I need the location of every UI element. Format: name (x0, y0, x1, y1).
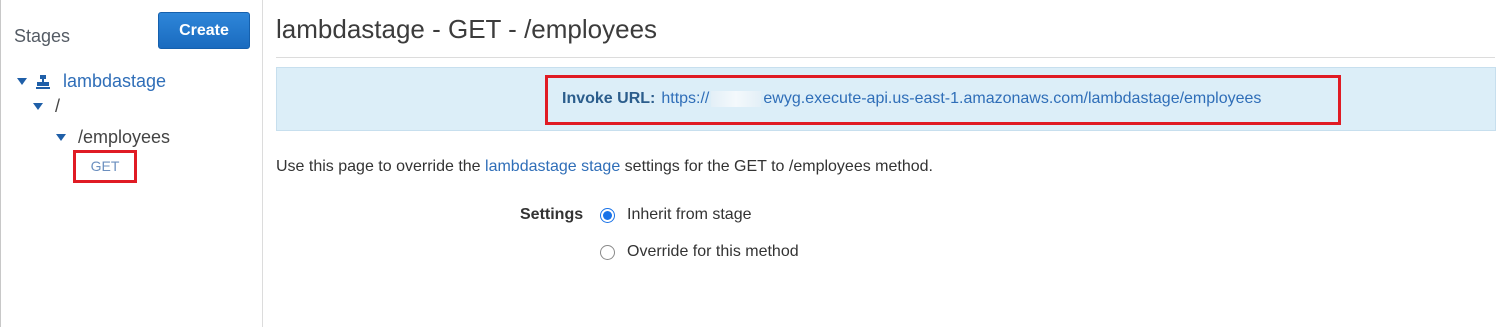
stage-settings-link[interactable]: lambdastage stage (485, 158, 620, 175)
description-prefix: Use this page to override the (276, 158, 486, 175)
main-content: lambdastage - GET - /employees Invoke UR… (276, 0, 1496, 327)
caret-down-icon[interactable] (33, 103, 43, 110)
tree-item-resource-label[interactable]: /employees (78, 127, 170, 148)
invoke-url-panel: Invoke URL: https:// ewyg.execute-api.us… (276, 67, 1496, 131)
page-description: Use this page to override the lambdastag… (276, 158, 933, 176)
tree-item-stage-label[interactable]: lambdastage (63, 71, 166, 92)
title-divider (276, 57, 1495, 58)
invoke-url-suffix[interactable]: ewyg.execute-api.us-east-1.amazonaws.com… (763, 90, 1261, 108)
tree-item-stage[interactable]: lambdastage (17, 71, 166, 92)
redacted-region (711, 91, 762, 107)
stages-heading: Stages (14, 26, 71, 46)
page-title: lambdastage - GET - /employees (276, 14, 658, 44)
radio-inherit-label[interactable]: Inherit from stage (627, 206, 752, 224)
radio-button-selected[interactable] (600, 207, 615, 223)
tree-item-root-label[interactable]: / (55, 96, 60, 117)
invoke-url-label: Invoke URL: (562, 90, 656, 107)
tree-item-resource[interactable]: /employees (56, 127, 170, 148)
description-suffix: settings for the GET to /employees metho… (620, 158, 933, 175)
tree-item-root[interactable]: / (33, 96, 60, 117)
radio-button-unselected[interactable] (600, 244, 615, 260)
tree-item-method-get[interactable]: GET (73, 150, 137, 183)
radio-override-method[interactable]: Override for this method (600, 243, 799, 261)
invoke-url-line: Invoke URL: https:// ewyg.execute-api.us… (562, 90, 1261, 108)
stage-icon (36, 74, 50, 89)
caret-down-icon[interactable] (56, 134, 66, 141)
create-button[interactable]: Create (158, 12, 250, 49)
settings-label: Settings (520, 206, 584, 223)
radio-inherit-from-stage[interactable]: Inherit from stage (600, 206, 752, 224)
stages-sidebar: Stages Create lambdastage / /employees G… (1, 0, 263, 327)
invoke-url-link[interactable]: https:// ewyg.execute-api.us-east-1.amaz… (661, 90, 1261, 108)
invoke-url-prefix[interactable]: https:// (661, 90, 709, 108)
caret-down-icon[interactable] (17, 78, 27, 85)
radio-override-label[interactable]: Override for this method (627, 243, 799, 261)
